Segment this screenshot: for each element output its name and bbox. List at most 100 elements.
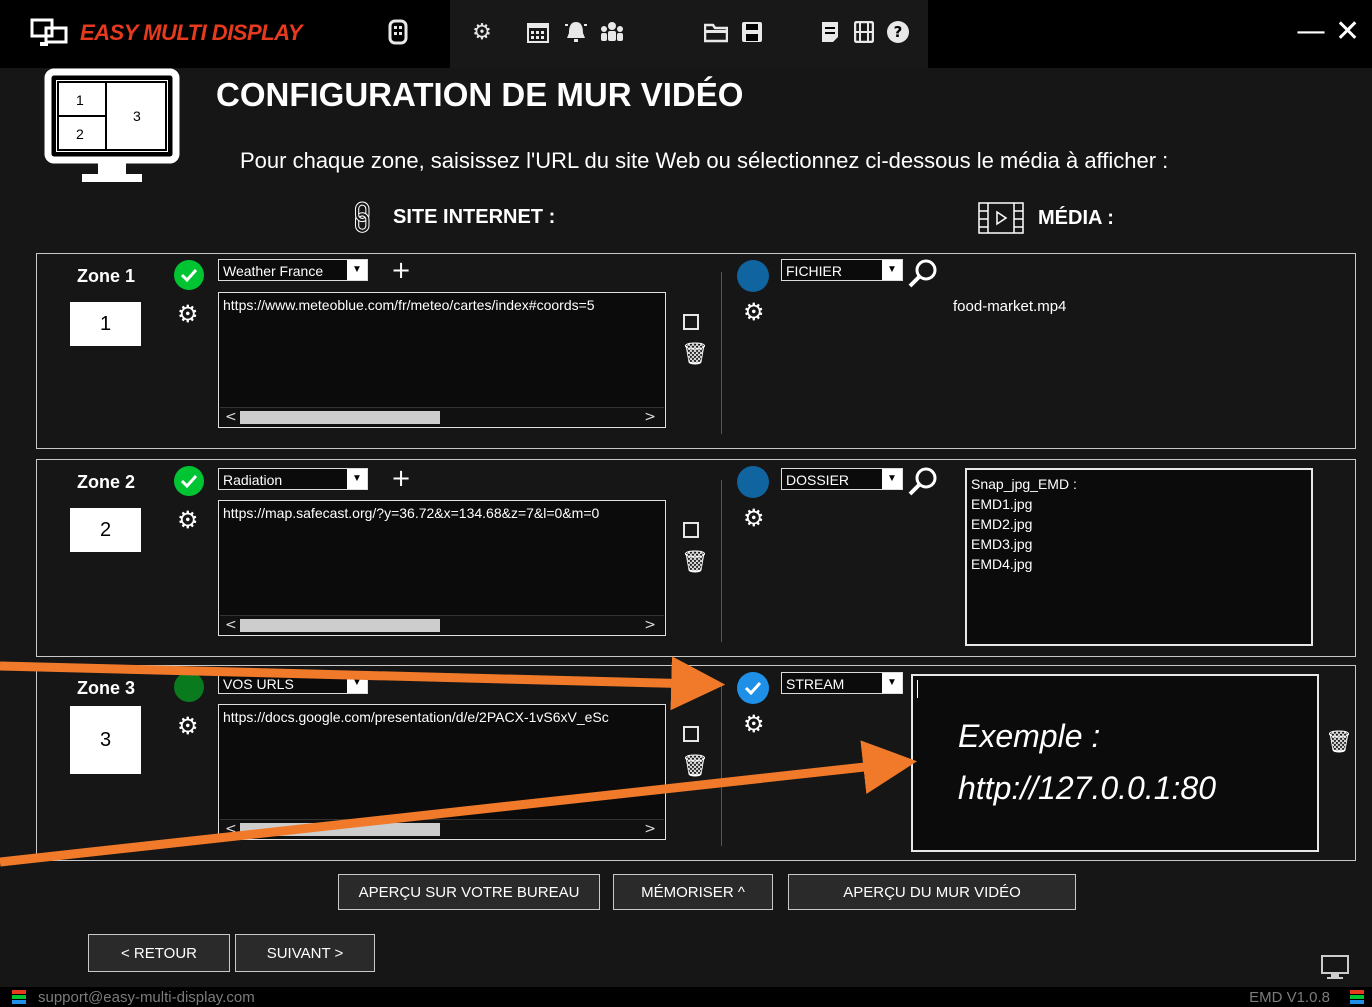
folder-item: EMD3.jpg (971, 536, 1033, 552)
site-select[interactable]: Weather France ▼ (218, 259, 368, 281)
media-settings-gear-icon[interactable]: ⚙ (743, 300, 765, 324)
column-divider (721, 684, 722, 846)
scroll-right-icon[interactable]: > (644, 616, 656, 634)
delete-url-trash-icon[interactable]: 🗑︎ (681, 552, 709, 574)
delete-stream-trash-icon[interactable]: 🗑︎ (1325, 732, 1353, 754)
scroll-right-icon[interactable]: > (644, 820, 656, 838)
svg-text:?: ? (894, 23, 903, 41)
save-icon[interactable] (734, 12, 770, 52)
site-column-label: SITE INTERNET : (393, 206, 556, 228)
chevron-down-icon: ▼ (347, 469, 367, 489)
site-inactive-status-icon[interactable] (174, 672, 204, 702)
add-url-button[interactable]: + (391, 466, 411, 490)
folder-icon[interactable] (698, 12, 734, 52)
preview-desktop-button[interactable]: APERÇU SUR VOTRE BUREAU (338, 874, 600, 910)
notes-icon[interactable] (812, 12, 848, 52)
media-type-select[interactable]: DOSSIER ▼ (781, 468, 903, 490)
media-folder-list[interactable]: Snap_jpg_EMD : EMD1.jpg EMD2.jpg EMD3.jp… (965, 468, 1313, 646)
zone-panel-2: Zone 2 2 ⚙ Radiation ▼ + https://map.safe… (36, 459, 1356, 657)
support-email[interactable]: support@easy-multi-display.com (38, 989, 255, 1006)
calendar-icon[interactable] (520, 12, 556, 52)
delete-url-trash-icon[interactable]: 🗑︎ (681, 756, 709, 778)
media-selected-check-icon[interactable] (737, 672, 769, 704)
color-flag-icon (12, 990, 26, 1004)
site-select[interactable]: Radiation ▼ (218, 468, 368, 490)
app-window: EASY MULTI DISPLAY ⚙ ? — ✕ 1 2 3 CONFIGU… (0, 0, 1372, 1007)
folder-item: EMD4.jpg (971, 556, 1033, 572)
zone-label: Zone 1 (77, 266, 136, 286)
memorize-button[interactable]: MÉMORISER ^ (613, 874, 773, 910)
help-icon[interactable]: ? (880, 12, 916, 52)
media-type-select[interactable]: FICHIER ▼ (781, 259, 903, 281)
url-checkbox[interactable] (683, 522, 699, 538)
app-logo-icon (30, 18, 68, 46)
back-button[interactable]: < RETOUR (88, 934, 230, 972)
close-button[interactable]: ✕ (1335, 14, 1360, 50)
media-settings-gear-icon[interactable]: ⚙ (743, 712, 765, 736)
site-column-header: 🔗︎ SITE INTERNET : (340, 195, 556, 240)
display-monitor-icon[interactable] (1320, 954, 1350, 982)
url-checkbox[interactable] (683, 726, 699, 742)
scroll-right-icon[interactable]: > (644, 408, 656, 426)
remote-icon[interactable] (380, 12, 416, 52)
gear-icon[interactable]: ⚙ (464, 12, 500, 52)
link-icon: 🔗︎ (339, 194, 385, 240)
horizontal-scrollbar[interactable]: < > (220, 407, 664, 426)
scroll-left-icon[interactable]: < (225, 616, 237, 634)
chevron-down-icon: ▼ (882, 469, 902, 489)
url-checkbox[interactable] (683, 314, 699, 330)
media-type-select[interactable]: STREAM ▼ (781, 672, 903, 694)
chevron-down-icon: ▼ (347, 260, 367, 280)
app-title: EASY MULTI DISPLAY (80, 20, 303, 45)
browse-media-search-icon[interactable] (907, 466, 939, 501)
site-active-check-icon[interactable] (174, 466, 204, 496)
scroll-left-icon[interactable]: < (225, 408, 237, 426)
chevron-down-icon: ▼ (882, 673, 902, 693)
horizontal-scrollbar[interactable]: < > (220, 615, 664, 634)
minimize-button[interactable]: — (1296, 14, 1326, 50)
layout-monitor-icon (44, 68, 180, 182)
media-status-dot-icon[interactable] (737, 466, 769, 498)
layout-cell-2: 2 (76, 126, 84, 142)
site-active-check-icon[interactable] (174, 260, 204, 290)
next-button[interactable]: SUIVANT > (235, 934, 375, 972)
url-textarea[interactable]: https://map.safecast.org/?y=36.72&x=134.… (218, 500, 666, 636)
zone-number-field[interactable]: 1 (70, 302, 141, 346)
horizontal-scrollbar[interactable]: < > (220, 819, 664, 838)
column-divider (721, 480, 722, 642)
version-label: EMD V1.0.8 (1249, 989, 1330, 1006)
folder-item: EMD1.jpg (971, 496, 1033, 512)
site-settings-gear-icon[interactable]: ⚙ (177, 508, 199, 532)
add-url-button[interactable]: + (391, 258, 411, 282)
site-settings-gear-icon[interactable]: ⚙ (177, 714, 199, 738)
delete-url-trash-icon[interactable]: 🗑︎ (681, 344, 709, 366)
film-icon[interactable] (846, 12, 882, 52)
url-textarea[interactable]: https://www.meteoblue.com/fr/meteo/carte… (218, 292, 666, 428)
media-settings-gear-icon[interactable]: ⚙ (743, 506, 765, 530)
media-status-dot-icon[interactable] (737, 260, 769, 292)
scroll-left-icon[interactable]: < (225, 820, 237, 838)
browse-media-search-icon[interactable] (907, 258, 939, 293)
media-column-header: MÉDIA : (978, 202, 1114, 234)
zone-label: Zone 2 (77, 472, 136, 492)
media-type-value: DOSSIER (786, 472, 850, 488)
title-bar: EASY MULTI DISPLAY ⚙ ? — ✕ (0, 0, 1372, 68)
zone-number-field[interactable]: 3 (70, 706, 141, 774)
zone-number-field[interactable]: 2 (70, 508, 141, 552)
scroll-thumb[interactable] (240, 411, 440, 424)
group-icon[interactable] (594, 12, 630, 52)
media-column-label: MÉDIA : (1038, 206, 1114, 229)
url-textarea[interactable]: https://docs.google.com/presentation/d/e… (218, 704, 666, 840)
site-select[interactable]: VOS URLS ▼ (218, 672, 368, 694)
site-select-value: Weather France (223, 263, 324, 279)
scroll-thumb[interactable] (240, 823, 440, 836)
status-bar: support@easy-multi-display.com EMD V1.0.… (0, 987, 1372, 1007)
alarm-icon[interactable] (558, 12, 594, 52)
chevron-down-icon: ▼ (347, 673, 367, 693)
scroll-thumb[interactable] (240, 619, 440, 632)
zone-panel-1: Zone 1 1 ⚙ Weather France ▼ + https://www… (36, 253, 1356, 449)
url-text: https://map.safecast.org/?y=36.72&x=134.… (223, 505, 600, 521)
site-settings-gear-icon[interactable]: ⚙ (177, 302, 199, 326)
zone-label: Zone 3 (77, 678, 136, 698)
preview-wall-button[interactable]: APERÇU DU MUR VIDÉO (788, 874, 1076, 910)
